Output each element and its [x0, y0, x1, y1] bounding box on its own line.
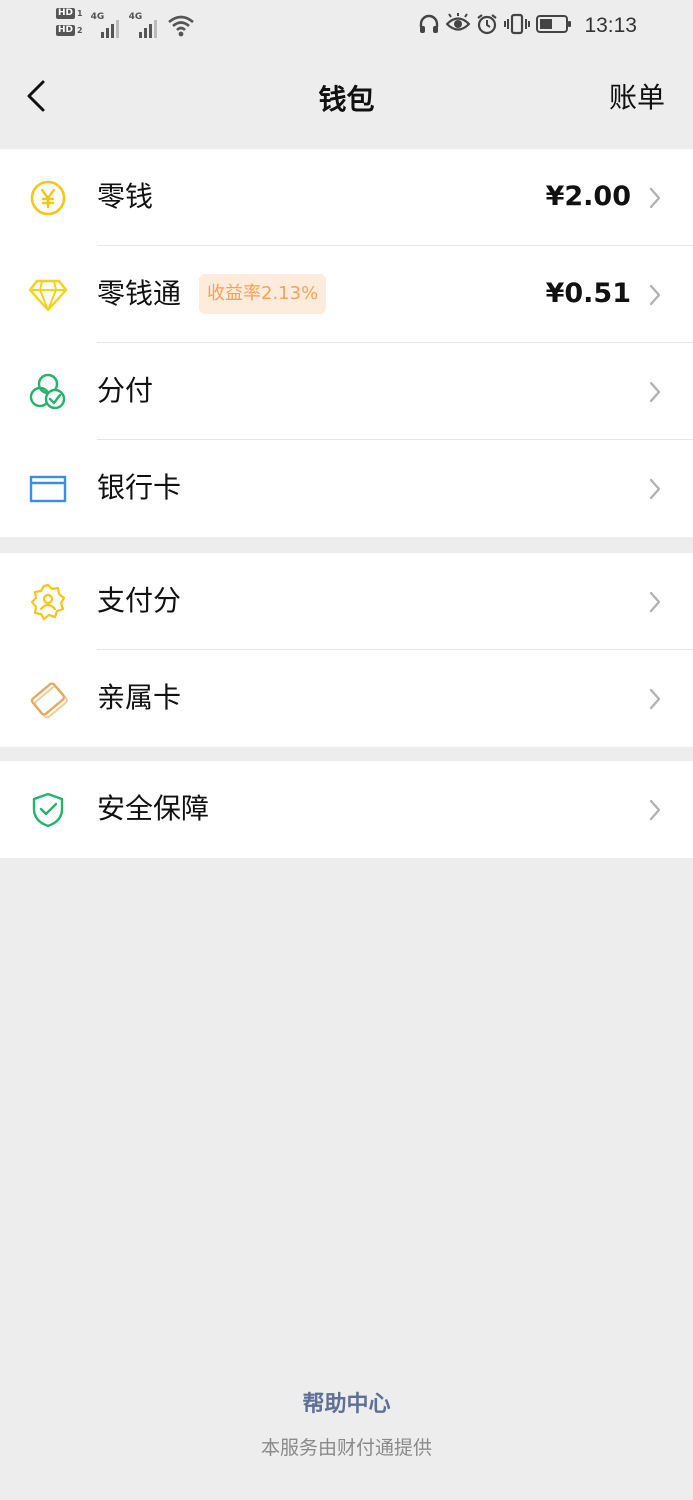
chevron-right-icon [645, 797, 665, 823]
help-center-link[interactable]: 帮助中心 [0, 1386, 693, 1418]
row-label: 银行卡 [97, 471, 182, 504]
hd1-badge: HD [56, 8, 76, 19]
row-label: 零钱 [97, 180, 154, 213]
clock: 13:13 [584, 14, 637, 37]
row-family-card[interactable]: 亲属卡 [0, 650, 693, 747]
chevron-right-icon [645, 476, 665, 502]
diamond-icon [28, 275, 68, 315]
row-fenfu[interactable]: 分付 [0, 343, 693, 440]
status-bar: HD 1 HD 2 4G 4G 13:13 [0, 0, 693, 52]
yuan-coin-icon [28, 178, 68, 218]
row-label: 安全保障 [97, 792, 210, 825]
chevron-right-icon [645, 185, 665, 211]
bank-card-icon [28, 469, 68, 509]
bills-button[interactable]: 账单 [609, 76, 665, 116]
balance-amount: ¥2.00 [545, 181, 631, 212]
row-label: 分付 [97, 374, 154, 407]
wallet-group-1: 零钱 ¥2.00 零钱通 收益率2.13% ¥0.51 分付 银行卡 [0, 149, 693, 537]
hd-indicators: HD 1 HD 2 [56, 8, 83, 36]
chevron-right-icon [645, 282, 665, 308]
signal-1-icon: 4G [91, 12, 121, 38]
fenfu-icon [28, 372, 68, 412]
row-lingqian[interactable]: 零钱 ¥2.00 [0, 149, 693, 246]
nav-bar: 钱包 账单 [0, 52, 693, 148]
battery-icon [536, 14, 572, 38]
payment-score-icon [28, 582, 68, 622]
page-title: 钱包 [318, 83, 375, 116]
balance-amount: ¥0.51 [545, 278, 631, 309]
wallet-page: HD 1 HD 2 4G 4G 13:13 钱包 账单 零钱 ¥2.00 零钱通… [0, 0, 693, 1500]
eye-icon [445, 13, 471, 39]
alarm-icon [476, 13, 498, 39]
wifi-icon [167, 14, 195, 42]
status-bar-right: 13:13 [418, 12, 637, 40]
chevron-right-icon [645, 379, 665, 405]
shield-check-icon [28, 790, 68, 830]
row-security[interactable]: 安全保障 [0, 761, 693, 858]
row-label: 零钱通 [97, 277, 182, 310]
row-lingqiantong[interactable]: 零钱通 收益率2.13% ¥0.51 [0, 246, 693, 343]
service-provider-text: 本服务由财付通提供 [260, 1437, 432, 1459]
row-label: 亲属卡 [97, 681, 182, 714]
row-payment-score[interactable]: 支付分 [0, 553, 693, 650]
row-label: 支付分 [97, 584, 182, 617]
signal-2-icon: 4G [129, 12, 159, 38]
family-card-icon [28, 679, 68, 719]
hd-indicator-2: HD 2 [56, 25, 83, 36]
yield-rate-badge: 收益率2.13% [199, 274, 327, 314]
hd2-sub: 2 [77, 26, 83, 35]
row-bank-card[interactable]: 银行卡 [0, 440, 693, 537]
hd2-badge: HD [56, 25, 76, 36]
status-bar-left: HD 1 HD 2 4G 4G [56, 8, 195, 46]
vibrate-icon [504, 13, 531, 39]
hd-indicator-1: HD 1 [56, 8, 83, 19]
hd1-sub: 1 [77, 9, 83, 18]
wallet-group-3: 安全保障 [0, 761, 693, 858]
chevron-right-icon [645, 589, 665, 615]
headphones-icon [418, 13, 440, 39]
wallet-group-2: 支付分 亲属卡 [0, 553, 693, 747]
chevron-right-icon [645, 686, 665, 712]
